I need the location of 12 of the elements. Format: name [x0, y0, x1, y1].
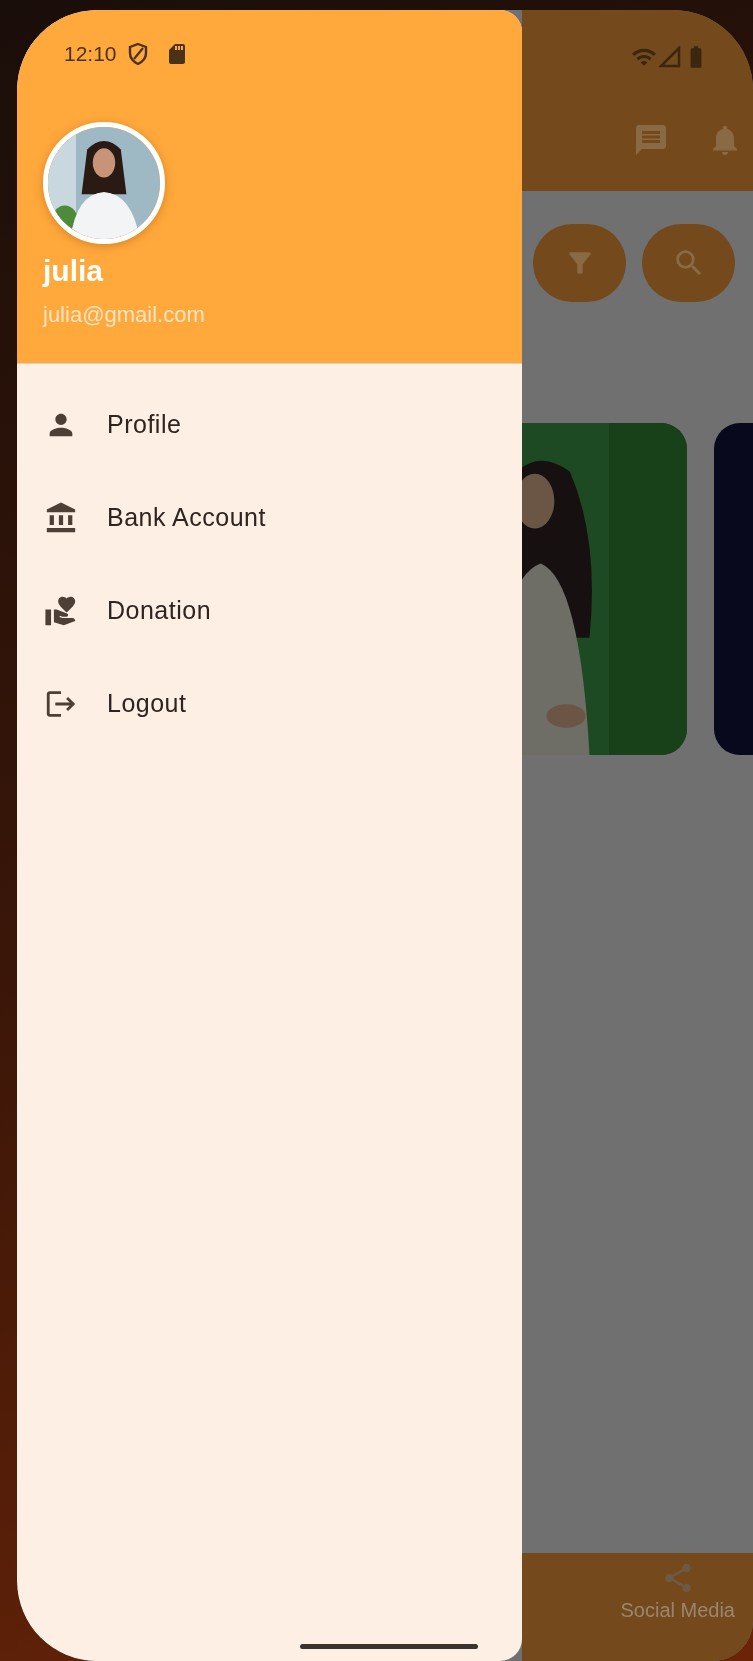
signal-icon — [659, 46, 681, 68]
menu-item[interactable]: Logout — [107, 689, 187, 718]
menu-item[interactable]: Bank Account — [107, 503, 266, 532]
menu-item[interactable]: Profile — [107, 410, 182, 439]
home-indicator[interactable] — [300, 1644, 478, 1649]
user-name: julia — [43, 254, 104, 288]
menu-item[interactable]: Donation — [107, 596, 212, 625]
bank-icon — [44, 500, 78, 535]
shield-icon — [126, 42, 149, 66]
user-email: julia@gmail.com — [43, 302, 206, 328]
status-time: 12:10 — [64, 42, 117, 66]
message-icon[interactable] — [633, 122, 669, 158]
